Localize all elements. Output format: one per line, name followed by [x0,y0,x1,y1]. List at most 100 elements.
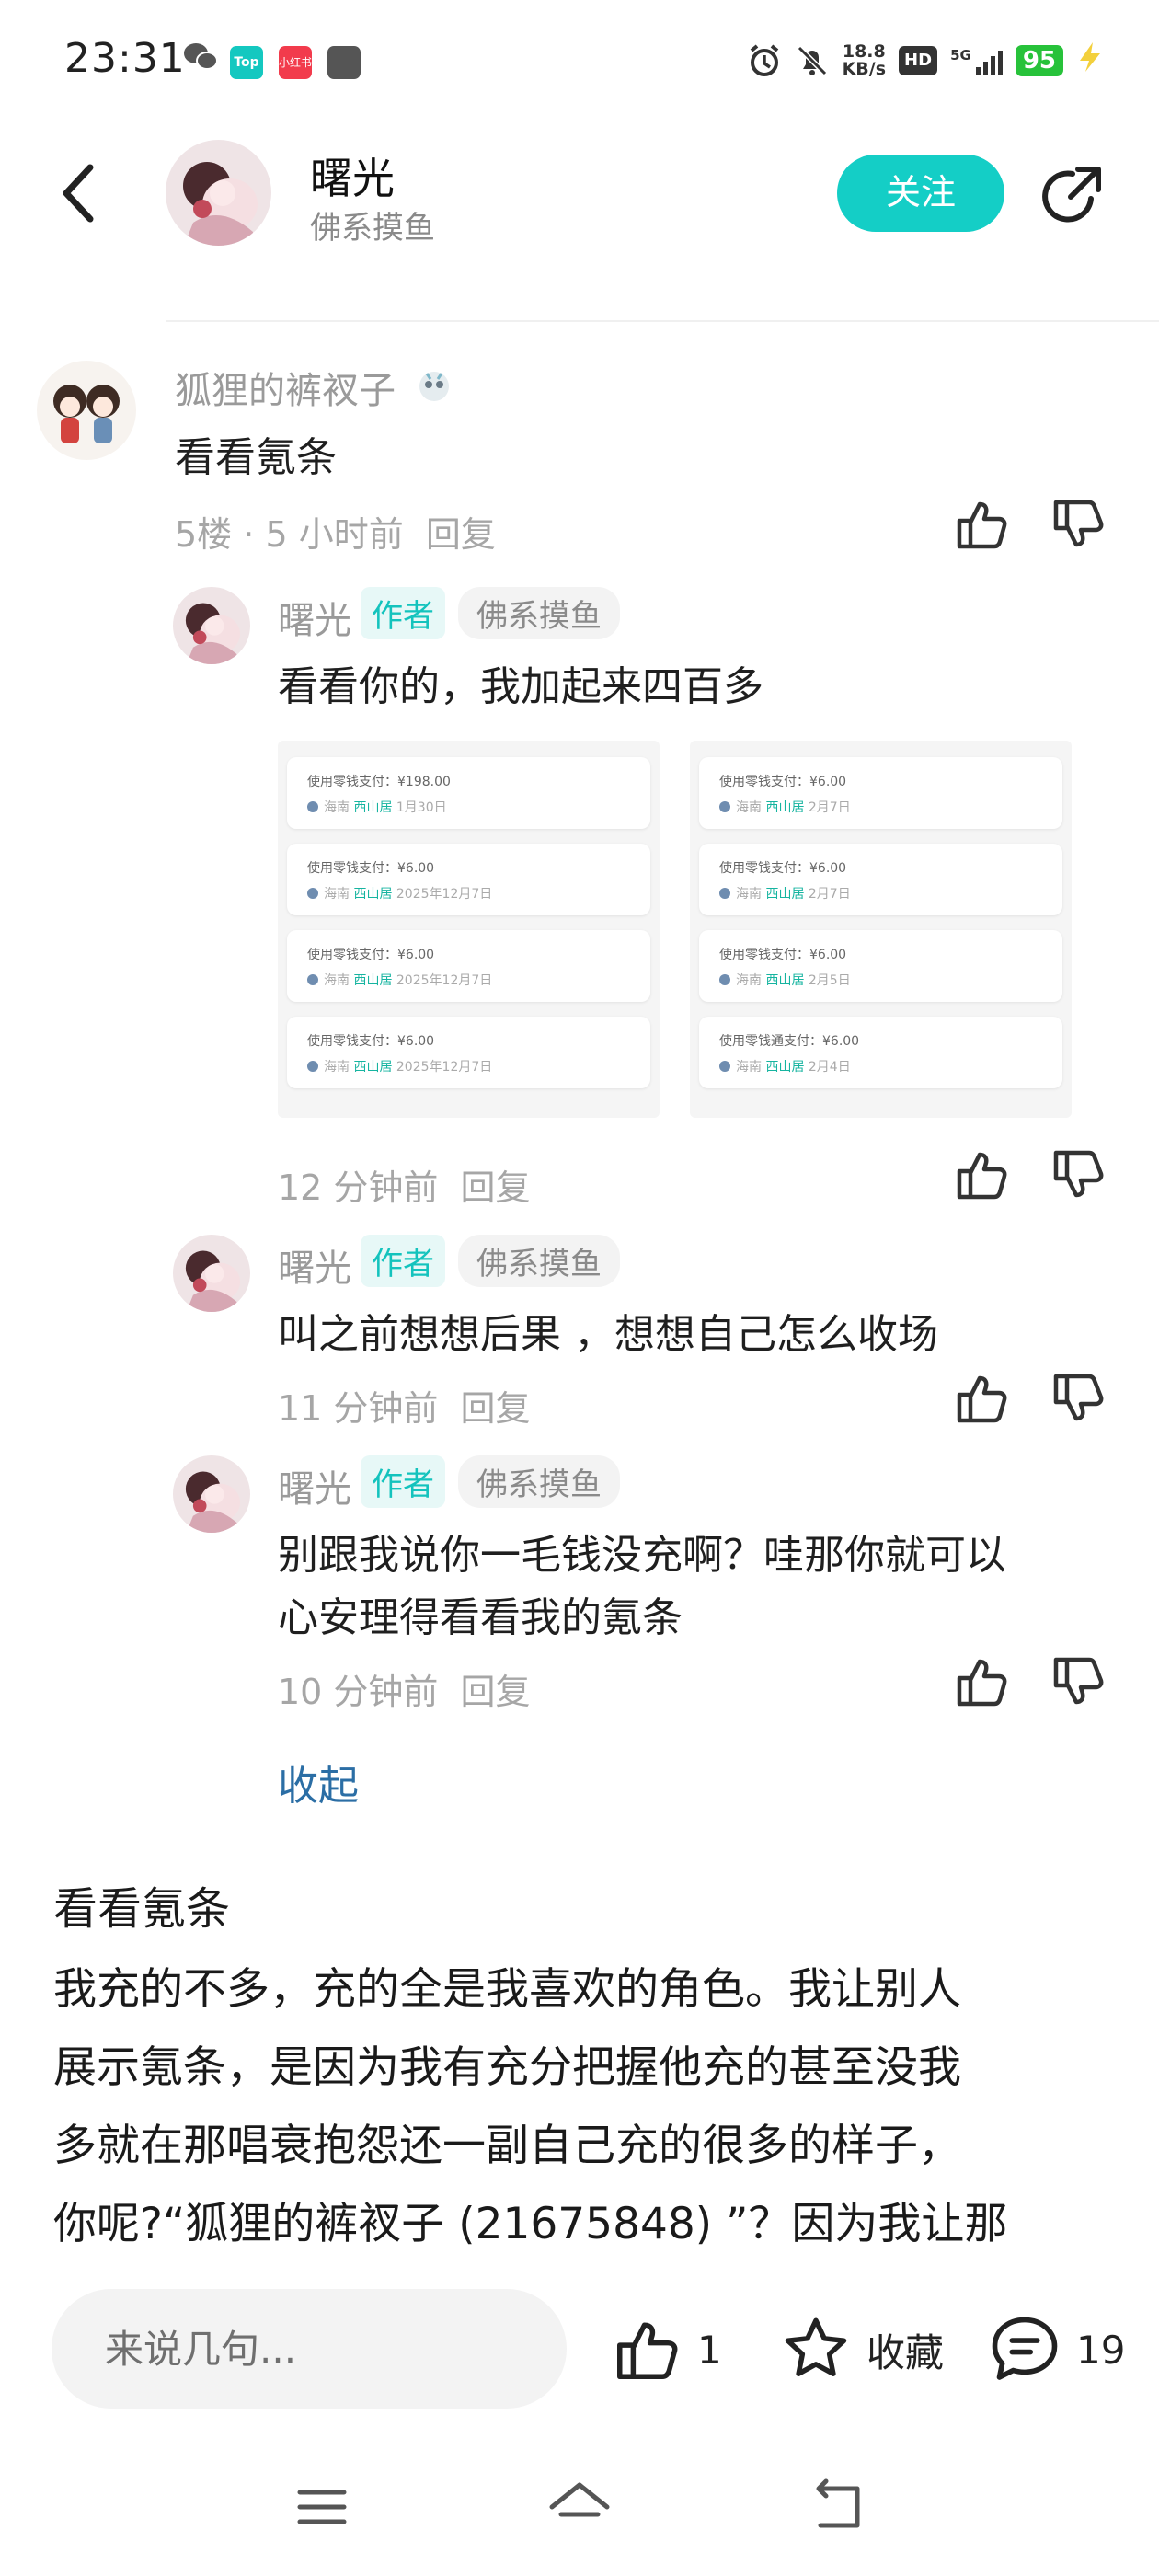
payment-merchant: 海南 西山居 2月7日 [719,798,851,816]
payment-record: 使用零钱通支付：¥6.00 海南 西山居 2月4日 [699,1017,1062,1088]
thumbs-down-icon[interactable] [1049,495,1107,554]
payment-merchant: 海南 西山居 2025年12月7日 [307,971,492,989]
merchant-region: 海南 [736,887,762,902]
payment-date: 2月5日 [804,973,851,988]
reply-author[interactable]: 曙光 [278,1238,351,1292]
post-title: 看看氪条 [53,1883,231,1935]
comment-meta: 5楼 · 5 小时前 回复 [175,506,496,557]
menu-icon[interactable] [285,2470,359,2544]
reply-time: 12 分钟前 [278,1167,439,1208]
comment-input[interactable] [52,2289,567,2409]
payment-amount: 使用零钱通支付：¥6.00 [719,1034,860,1049]
reply-text-line2: 心安理得看看我的氪条 [278,1594,683,1641]
reply-avatar[interactable] [173,1235,250,1312]
battery-level: 95 [1015,45,1063,76]
merchant-icon [719,974,730,985]
reply-button[interactable]: 回复 [426,514,496,555]
merchant-region: 海南 [324,973,350,988]
thumbs-down-icon[interactable] [1049,1369,1107,1428]
share-icon[interactable] [1038,162,1107,232]
favorite-button[interactable]: 收藏 [780,2309,944,2390]
merchant-name: 西山居 [762,887,805,902]
reply-author[interactable]: 曙光 [278,1459,351,1512]
thumbs-up-icon [617,2322,678,2379]
star-icon [785,2317,847,2376]
payment-amount: 使用零钱支付：¥6.00 [307,861,435,876]
payment-record: 使用零钱支付：¥6.00 海南 西山居 2月7日 [699,844,1062,915]
thumbs-up-icon[interactable] [952,495,1011,554]
network-type: 5G [950,47,971,63]
home-icon[interactable] [543,2470,616,2544]
payment-merchant: 海南 西山居 2025年12月7日 [307,884,492,903]
merchant-icon [719,888,730,899]
payment-amount: 使用零钱支付：¥198.00 [307,775,451,789]
merchant-region: 海南 [736,800,762,815]
attached-image-left[interactable]: 使用零钱支付：¥198.00 海南 西山居 1月30日 使用零钱支付：¥6.00 海南… [278,741,660,1118]
commenter-avatar[interactable] [37,361,136,460]
reply-avatar[interactable] [173,587,250,664]
post-body: 我充的不多，充的全是我喜欢的角色。我让别人 展示氪条，是因为我有充分把握他充的甚… [53,1950,1111,2263]
reply-button[interactable]: 回复 [461,1388,531,1429]
merchant-name: 西山居 [350,1060,393,1075]
payment-date: 1月30日 [392,800,447,815]
author-tag: 作者 [361,1455,445,1508]
payment-record: 使用零钱支付：¥6.00 海南 西山居 2025年12月7日 [287,1017,650,1088]
comment-text: 看看氪条 [175,434,337,481]
merchant-name: 西山居 [762,800,805,815]
comment-bubble-icon [992,2317,1058,2380]
payment-merchant: 海南 西山居 2月4日 [719,1057,851,1075]
merchant-region: 海南 [324,800,350,815]
thumbs-up-icon[interactable] [952,1145,1011,1204]
attached-image-right[interactable]: 使用零钱支付：¥6.00 海南 西山居 2月7日 使用零钱支付：¥6.00 海南 西山… [690,741,1072,1118]
merchant-icon [307,888,318,899]
merchant-region: 海南 [324,887,350,902]
merchant-icon [307,1061,318,1072]
payment-amount: 使用零钱支付：¥6.00 [719,775,847,789]
post-body-line: 多就在那唱衰抱怨还一副自己充的很多的样子， [53,2121,961,2171]
payment-record: 使用零钱支付：¥6.00 海南 西山居 2月5日 [699,930,1062,1002]
reply-avatar[interactable] [173,1455,250,1533]
payment-date: 2025年12月7日 [392,973,493,988]
post-header: 曙光 佛系摸鱼 关注 [0,120,1159,258]
payment-date: 2月4日 [804,1060,851,1075]
comments-button[interactable]: 19 [988,2309,1125,2390]
author-signature: 佛系摸鱼 [310,210,435,247]
commenter-name[interactable]: 狐狸的裤衩子 [175,361,396,414]
payment-date: 2月7日 [804,800,851,815]
reply-author[interactable]: 曙光 [278,591,351,644]
thumbs-down-icon[interactable] [1049,1145,1107,1204]
post-body-line: 我充的不多，充的全是我喜欢的角色。我让别人 [53,1964,961,2015]
bottom-action-bar: 1 收藏 19 [0,2254,1159,2438]
payment-record: 使用零钱支付：¥6.00 海南 西山居 2025年12月7日 [287,844,650,915]
thumbs-up-icon[interactable] [952,1652,1011,1711]
merchant-icon [719,801,730,812]
network-speed: 18.8 KB/s [843,43,886,78]
author-avatar[interactable] [166,140,271,246]
reply-button[interactable]: 回复 [461,1167,531,1208]
reply-meta: 12 分钟前 回复 [278,1159,531,1210]
reply-meta: 11 分钟前 回复 [278,1380,531,1431]
top-app-icon: Top [230,46,263,79]
payment-merchant: 海南 西山居 2月5日 [719,971,851,989]
thumbs-down-icon[interactable] [1049,1652,1107,1711]
author-name[interactable]: 曙光 [310,145,395,206]
status-right: 18.8 KB/s HD 5G 95 [747,40,1104,81]
payment-merchant: 海南 西山居 1月30日 [307,798,447,816]
like-button[interactable]: 1 [611,2309,722,2390]
back-icon[interactable] [53,156,109,230]
back-nav-icon[interactable] [800,2470,874,2544]
thumbs-up-icon[interactable] [952,1369,1011,1428]
reply-button[interactable]: 回复 [461,1672,531,1712]
follow-button[interactable]: 关注 [837,155,1004,232]
author-tag: 作者 [361,1235,445,1287]
app-icon [327,46,361,79]
merchant-region: 海南 [736,1060,762,1075]
status-bar: 23:31 Top 小红书 18.8 KB/s HD 5G 95 [0,0,1159,120]
divider [166,320,1159,322]
wechat-icon [182,40,218,74]
system-nav-bar [0,2438,1159,2576]
payment-amount: 使用零钱支付：¥6.00 [719,861,847,876]
meta-separator: · [243,514,255,555]
payment-record: 使用零钱支付：¥6.00 海南 西山居 2月7日 [699,757,1062,829]
collapse-replies-button[interactable]: 收起 [278,1753,359,1811]
